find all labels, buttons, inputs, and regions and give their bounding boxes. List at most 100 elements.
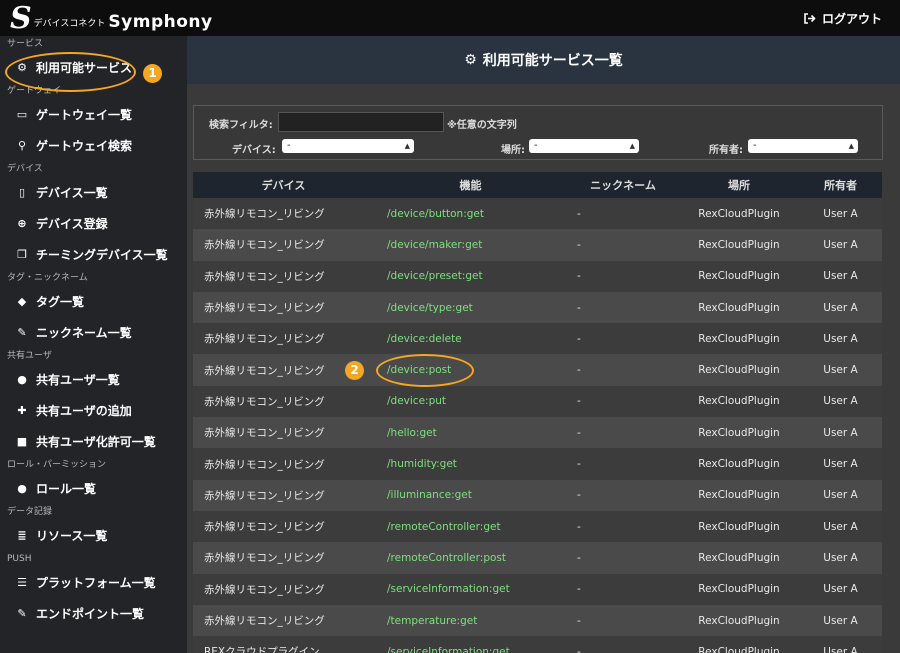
function-link[interactable]: /device:delete — [374, 323, 567, 355]
column-header-nickname[interactable]: ニックネーム — [567, 172, 679, 198]
function-link[interactable]: /serviceInformation:get — [374, 636, 567, 653]
table-row[interactable]: 赤外線リモコン_リビング/device/type:get - RexCloudPlu… — [193, 291, 882, 324]
device-cell: 赤外線リモコン_リビング — [193, 229, 374, 261]
owner-cell: User A — [799, 385, 882, 418]
logo-mark: S — [10, 1, 32, 36]
place-cell: RexCloudPlugin — [679, 510, 799, 543]
table-row[interactable]: 赤外線リモコン_リビング/remoteController:post - RexCl… — [193, 542, 882, 574]
function-link[interactable]: /device:put — [374, 385, 567, 418]
logout-button[interactable]: ログアウト — [804, 10, 882, 27]
sidebar-item[interactable]: ✎ ニックネーム一覧 — [0, 317, 187, 348]
owner-cell: User A — [799, 291, 882, 324]
sidebar-item[interactable]: ● ロール一覧 — [0, 473, 187, 504]
place-cell: RexCloudPlugin — [679, 542, 799, 574]
owner-cell: User A — [799, 542, 882, 574]
table-row[interactable]: 赤外線リモコン_リビング/device:delete - RexCloudPlugi… — [193, 323, 882, 355]
function-link[interactable]: /humidity:get — [374, 448, 567, 480]
function-link[interactable]: /device/button:get — [374, 198, 567, 230]
column-header-owner[interactable]: 所有者 — [799, 172, 882, 198]
sidebar-section-title: PUSH — [7, 554, 32, 564]
nickname-cell: - — [567, 542, 679, 574]
place-cell: RexCloudPlugin — [679, 417, 799, 449]
annotation-ellipse-1 — [5, 52, 136, 92]
device-filter-label: デバイス: — [232, 145, 276, 156]
sidebar-item[interactable]: ⚲ ゲートウェイ検索 — [0, 130, 187, 161]
sidebar-item[interactable]: ■ 共有ユーザ化許可一覧 — [0, 426, 187, 457]
sidebar-item-label: デバイス登録 — [36, 217, 108, 231]
function-link[interactable]: /illuminance:get — [374, 479, 567, 511]
search-filter-note: ※任意の文字列 — [447, 120, 517, 131]
table-row[interactable]: REXクラウドプラグイン/serviceInformation:get - RexC… — [193, 636, 882, 653]
sidebar-section-title: データ記録 — [7, 507, 53, 517]
table-row[interactable]: 赤外線リモコン_リビング/device:post - RexCloudPlugin U… — [193, 354, 882, 386]
hdd-icon: ▭ — [16, 108, 28, 121]
table-row[interactable]: 赤外線リモコン_リビング/illuminance:get - RexCloudPlu… — [193, 479, 882, 511]
place-cell: RexCloudPlugin — [679, 229, 799, 261]
sidebar-item[interactable]: ✚ 共有ユーザの追加 — [0, 395, 187, 426]
function-link[interactable]: /device/maker:get — [374, 229, 567, 261]
sign-out-icon — [804, 13, 816, 24]
sidebar-item[interactable]: ▭ ゲートウェイ一覧 — [0, 99, 187, 130]
column-header-function[interactable]: 機能 — [374, 172, 567, 198]
device-cell: 赤外線リモコン_リビング — [193, 573, 374, 605]
owner-cell: User A — [799, 573, 882, 605]
table-row[interactable]: 赤外線リモコン_リビング/device/maker:get - RexCloudPl… — [193, 229, 882, 261]
sidebar-item-label: タグ一覧 — [36, 295, 85, 309]
sidebar-item-label: チーミングデバイス一覧 — [36, 248, 168, 262]
function-link[interactable]: /device/type:get — [374, 291, 567, 324]
sidebar-item[interactable]: ▯ デバイス一覧 — [0, 177, 187, 208]
place-filter-label: 場所: — [501, 145, 525, 156]
server-icon: ☰ — [17, 576, 27, 589]
owner-filter-select[interactable]: - ▲ — [748, 139, 858, 153]
device-cell: REXクラウドプラグイン — [193, 636, 374, 653]
owner-cell: User A — [799, 323, 882, 355]
function-link[interactable]: /remoteController:post — [374, 542, 567, 574]
table-row[interactable]: 赤外線リモコン_リビング/temperature:get - RexCloudPlu… — [193, 604, 882, 637]
search-filter-input[interactable] — [278, 112, 444, 132]
nickname-cell: - — [567, 510, 679, 543]
owner-cell: User A — [799, 198, 882, 230]
owner-filter-label: 所有者: — [709, 145, 743, 156]
sidebar-item[interactable]: ☰ プラットフォーム一覧 — [0, 567, 187, 598]
nickname-cell: - — [567, 479, 679, 511]
function-link[interactable]: /hello:get — [374, 417, 567, 449]
device-cell: 赤外線リモコン_リビング — [193, 448, 374, 480]
table-row[interactable]: 赤外線リモコン_リビング/remoteController:get - RexClo… — [193, 510, 882, 543]
nickname-cell: - — [567, 323, 679, 355]
column-header-place[interactable]: 場所 — [679, 172, 799, 198]
place-cell: RexCloudPlugin — [679, 385, 799, 418]
table-row[interactable]: 赤外線リモコン_リビング/device:put - RexCloudPlugin Us… — [193, 385, 882, 418]
search-filter-label: 検索フィルタ: — [209, 120, 273, 131]
table-row[interactable]: 赤外線リモコン_リビング/humidity:get - RexCloudPlugin… — [193, 448, 882, 480]
sidebar-item[interactable]: ◆ タグ一覧 — [0, 286, 187, 317]
column-header-device[interactable]: デバイス — [193, 172, 374, 198]
sidebar-item[interactable]: ❐ チーミングデバイス一覧 — [0, 239, 187, 270]
function-link[interactable]: /remoteController:get — [374, 510, 567, 543]
sidebar-item[interactable]: ● 共有ユーザ一覧 — [0, 364, 187, 395]
place-filter-select[interactable]: - ▲ — [529, 139, 639, 153]
device-cell: 赤外線リモコン_リビング — [193, 542, 374, 574]
sidebar-item[interactable]: ⊕ デバイス登録 — [0, 208, 187, 239]
mobile-icon: ▯ — [18, 186, 26, 199]
table-row[interactable]: 赤外線リモコン_リビング/serviceInformation:get - RexC… — [193, 573, 882, 605]
table-row[interactable]: 赤外線リモコン_リビング/device/preset:get - RexCloudP… — [193, 260, 882, 292]
table-row[interactable]: 赤外線リモコン_リビング/device/button:get - RexCloudP… — [193, 198, 882, 230]
app-logo[interactable]: S デバイスコネクト Symphony — [10, 2, 213, 34]
device-cell: 赤外線リモコン_リビング — [193, 479, 374, 511]
logo-subtitle: デバイスコネクト — [33, 19, 106, 29]
device-filter-select[interactable]: - ▲ — [282, 139, 414, 153]
sidebar-item[interactable]: ✎ エンドポイント一覧 — [0, 598, 187, 629]
plus-circle-icon: ⊕ — [17, 217, 27, 230]
sidebar-section-title: ロール・パーミッション — [7, 460, 107, 470]
pencil-icon: ✎ — [17, 326, 27, 339]
table-row[interactable]: 赤外線リモコン_リビング/hello:get - RexCloudPlugin Use… — [193, 417, 882, 449]
function-link[interactable]: /device/preset:get — [374, 260, 567, 292]
sidebar-item[interactable]: ≣ リソース一覧 — [0, 520, 187, 551]
sidebar-item-label: 共有ユーザの追加 — [36, 404, 132, 418]
user-plus-icon: ✚ — [17, 404, 27, 417]
function-link[interactable]: /temperature:get — [374, 604, 567, 637]
device-cell: 赤外線リモコン_リビング — [193, 323, 374, 355]
function-link[interactable]: /serviceInformation:get — [374, 573, 567, 605]
annotation-marker-1: 1 — [143, 64, 162, 83]
top-bar: S デバイスコネクト Symphony ログアウト — [0, 0, 900, 36]
